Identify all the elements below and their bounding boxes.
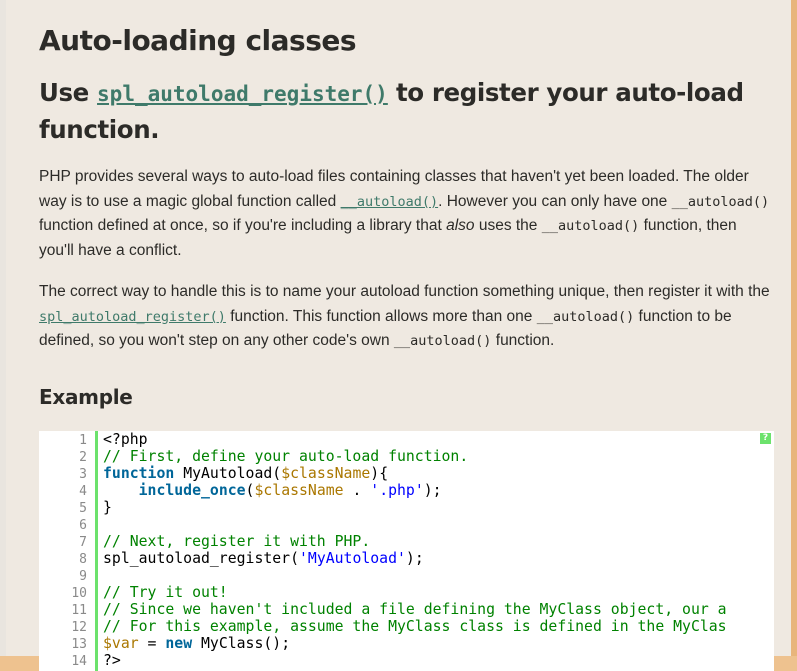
code-line: // Try it out! [103, 584, 228, 601]
code-variable: $className [254, 482, 344, 499]
line-number: 14 [71, 654, 87, 669]
code-line: // For this example, assume the MyClass … [103, 618, 727, 635]
background-edge [791, 0, 797, 656]
line-number: 7 [79, 535, 87, 550]
code-block[interactable]: 1 2 3 4 5 6 7 8 9 10 11 12 13 14 <?php /… [39, 431, 774, 671]
code-comment: // For this example, assume the MyClass … [103, 618, 727, 635]
p1-text-3: function defined at once, so if you're i… [39, 217, 447, 235]
code-line: ?> [103, 652, 121, 669]
line-number: 9 [79, 569, 87, 584]
code-token: MyClass(); [192, 635, 291, 652]
line-number: 4 [79, 484, 87, 499]
code-token: MyAutoload( [174, 465, 282, 482]
p2-text-2: function. This function allows more than… [225, 307, 537, 325]
line-number: 13 [71, 637, 87, 652]
code-token: = [138, 635, 166, 652]
code-keyword: include_once [138, 482, 246, 499]
code-line: function MyAutoload($className){ [103, 465, 388, 482]
p2-code-2: __autoload() [393, 333, 492, 350]
code-variable: $var [103, 635, 139, 652]
p1-code-2: __autoload() [541, 218, 640, 235]
line-number: 2 [79, 450, 87, 465]
code-line: // First, define your auto-load function… [103, 448, 468, 465]
p2-text-4: function. [491, 332, 555, 350]
p1-text-4: uses the [474, 217, 542, 235]
code-variable: $className [281, 465, 371, 482]
p2-code-1: __autoload() [536, 308, 635, 325]
line-number: 12 [71, 620, 87, 635]
help-icon[interactable]: ? [760, 433, 771, 444]
spl-autoload-register-link[interactable]: spl_autoload_register() [97, 82, 388, 106]
line-number: 1 [79, 433, 87, 448]
code-token: ){ [370, 465, 389, 482]
code-token: } [103, 499, 112, 516]
code-comment: // First, define your auto-load function… [103, 448, 469, 465]
code-keyword: new [165, 635, 193, 652]
code-keyword: function [103, 465, 175, 482]
line-number: 8 [79, 552, 87, 567]
code-string: '.php' [370, 482, 424, 499]
code-comment: // Since we haven't included a file defi… [103, 601, 727, 618]
line-number: 11 [71, 603, 87, 618]
code-token: . [343, 482, 371, 499]
code-line: <?php [103, 431, 148, 448]
line-number: 5 [79, 501, 87, 516]
code-line: spl_autoload_register('MyAutoload'); [103, 550, 424, 567]
code-line: $var = new MyClass(); [103, 635, 290, 652]
code-line: // Since we haven't included a file defi… [103, 601, 727, 618]
paragraph-2: The correct way to handle this is to nam… [39, 280, 774, 354]
subtitle-prefix: Use [39, 78, 98, 107]
paragraph-1: PHP provides several ways to auto-load f… [39, 165, 774, 264]
line-number: 10 [71, 586, 87, 601]
p1-text-2: . However you can only have one [438, 192, 672, 210]
code-comment: // Try it out! [103, 584, 228, 601]
section-subtitle: Use spl_autoload_register() to register … [39, 75, 769, 148]
code-token: ); [423, 482, 442, 499]
spl-autoload-register-inline-link[interactable]: spl_autoload_register() [39, 309, 226, 325]
example-heading: Example [39, 385, 133, 409]
code-token: ?> [103, 652, 121, 669]
code-line: include_once($className . '.php'); [103, 482, 442, 499]
code-token: <?php [103, 431, 148, 448]
code-token: ); [405, 550, 424, 567]
code-comment: // Next, register it with PHP. [103, 533, 371, 550]
code-line: } [103, 499, 112, 516]
page-title: Auto-loading classes [39, 24, 357, 57]
code-line: // Next, register it with PHP. [103, 533, 370, 550]
p1-code-1: __autoload() [671, 193, 770, 210]
autoload-link[interactable]: __autoload() [341, 194, 439, 210]
line-number: 3 [79, 467, 87, 482]
line-number-gutter: 1 2 3 4 5 6 7 8 9 10 11 12 13 14 [39, 431, 98, 671]
line-number: 6 [79, 518, 87, 533]
p1-emphasis: also [446, 217, 475, 235]
code-string: 'MyAutoload' [299, 550, 406, 567]
code-token: spl_autoload_register( [103, 550, 299, 567]
p2-text-1: The correct way to handle this is to nam… [39, 283, 770, 300]
